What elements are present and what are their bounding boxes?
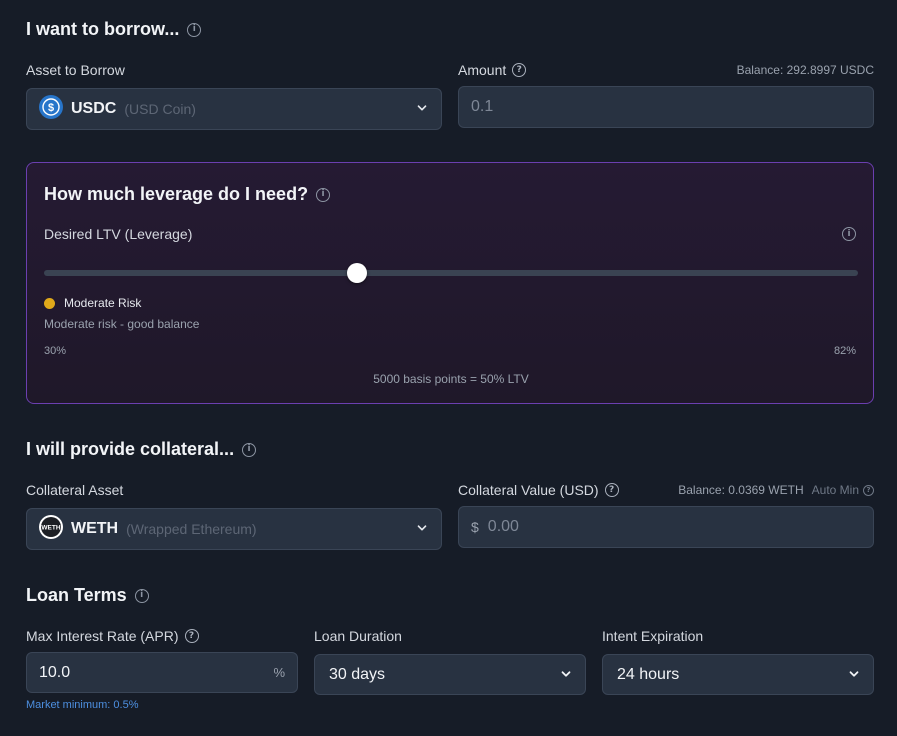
collateral-value-placeholder: 0.00: [487, 518, 519, 535]
borrow-asset-select[interactable]: $ USDC (USD Coin): [26, 88, 442, 130]
ltv-label: Desired LTV (Leverage): [44, 226, 192, 242]
collateral-value-label-text: Collateral Value (USD): [458, 482, 599, 498]
info-icon[interactable]: i: [316, 187, 331, 202]
slider-min-label: 30%: [44, 345, 67, 357]
borrow-asset-symbol: USDC: [71, 100, 117, 117]
slider-max-label: 82%: [833, 345, 856, 357]
expiration-label-text: Intent Expiration: [602, 628, 704, 644]
auto-min-label: Auto Min: [811, 483, 859, 497]
expiration-label: Intent Expiration: [602, 628, 703, 644]
amount-label-text: Amount: [458, 62, 507, 78]
basis-points-text: 5000 basis points = 50% LTV: [373, 372, 529, 386]
apr-input[interactable]: 10.0 %: [26, 652, 298, 693]
loan-terms-title: Loan Terms i: [26, 585, 149, 606]
intent-expiration-select[interactable]: 24 hours: [602, 654, 874, 695]
svg-text:WETH: WETH: [41, 524, 60, 531]
collateral-meta: Balance: 0.0369 WETH Auto Min ?: [678, 483, 874, 497]
info-icon[interactable]: i: [134, 588, 149, 603]
help-icon[interactable]: ?: [184, 629, 199, 643]
help-icon[interactable]: ?: [512, 63, 527, 77]
info-icon[interactable]: i: [187, 22, 202, 37]
apr-value: 10.0: [39, 663, 71, 681]
help-icon[interactable]: ?: [604, 483, 619, 497]
duration-label: Loan Duration: [314, 628, 402, 644]
borrow-asset-display: $ USDC (USD Coin): [39, 94, 196, 124]
leverage-title: How much leverage do I need? i: [44, 184, 331, 205]
loan-terms-title-text: Loan Terms: [26, 585, 127, 605]
amount-input-value: 0.1: [471, 98, 494, 115]
market-minimum-link[interactable]: Market minimum: 0.5%: [26, 699, 138, 711]
apr-label-text: Max Interest Rate (APR): [26, 628, 179, 644]
duration-value: 30 days: [329, 665, 386, 683]
risk-label: Moderate Risk: [64, 296, 142, 310]
auto-min-button[interactable]: Auto Min ?: [812, 483, 874, 497]
svg-text:$: $: [48, 102, 54, 114]
borrow-balance: Balance: 292.8997 USDC: [736, 63, 874, 77]
leverage-title-text: How much leverage do I need?: [44, 184, 309, 204]
chevron-down-icon: [849, 666, 859, 684]
risk-indicator: Moderate Risk: [44, 296, 141, 310]
collateral-asset-select[interactable]: WETH WETH (Wrapped Ethereum): [26, 508, 442, 550]
collateral-asset-symbol: WETH: [71, 520, 119, 537]
info-icon[interactable]: i: [242, 442, 257, 457]
leverage-panel: How much leverage do I need? i Desired L…: [26, 162, 874, 404]
amount-input[interactable]: 0.1: [458, 86, 874, 128]
asset-to-borrow-label: Asset to Borrow: [26, 62, 125, 78]
chevron-down-icon: [417, 100, 427, 118]
collateral-value-input[interactable]: $ 0.00: [458, 506, 874, 548]
collateral-asset-label: Collateral Asset: [26, 482, 123, 498]
ltv-label-text: Desired LTV (Leverage): [44, 226, 193, 242]
ltv-slider-thumb[interactable]: [347, 263, 368, 283]
asset-to-borrow-label-text: Asset to Borrow: [26, 62, 125, 78]
collateral-asset-name: (Wrapped Ethereum): [126, 521, 257, 537]
chevron-down-icon: [561, 666, 571, 684]
collateral-title-text: I will provide collateral...: [26, 439, 235, 459]
ltv-slider-track[interactable]: [44, 270, 858, 276]
duration-label-text: Loan Duration: [314, 628, 402, 644]
risk-description: Moderate risk - good balance: [44, 317, 200, 331]
expiration-value: 24 hours: [617, 665, 680, 683]
info-icon[interactable]: i: [842, 227, 856, 241]
collateral-value-label: Collateral Value (USD) ?: [458, 482, 619, 498]
apr-unit: %: [273, 665, 285, 680]
usdc-icon: $: [39, 94, 63, 124]
borrow-asset-name: (USD Coin): [124, 101, 196, 117]
apr-label: Max Interest Rate (APR) ?: [26, 628, 199, 644]
loan-duration-select[interactable]: 30 days: [314, 654, 586, 695]
borrow-title-text: I want to borrow...: [26, 19, 180, 39]
collateral-asset-label-text: Collateral Asset: [26, 482, 124, 498]
chevron-down-icon: [417, 520, 427, 538]
collateral-section-title: I will provide collateral... i: [26, 439, 257, 460]
weth-icon: WETH: [39, 514, 63, 544]
currency-symbol: $: [471, 519, 479, 535]
borrow-section-title: I want to borrow... i: [26, 19, 202, 40]
risk-dot: [44, 297, 55, 309]
help-icon[interactable]: ?: [863, 484, 874, 496]
collateral-asset-display: WETH WETH (Wrapped Ethereum): [39, 514, 257, 544]
collateral-balance: Balance: 0.0369 WETH: [678, 483, 804, 497]
amount-label: Amount ?: [458, 62, 527, 78]
